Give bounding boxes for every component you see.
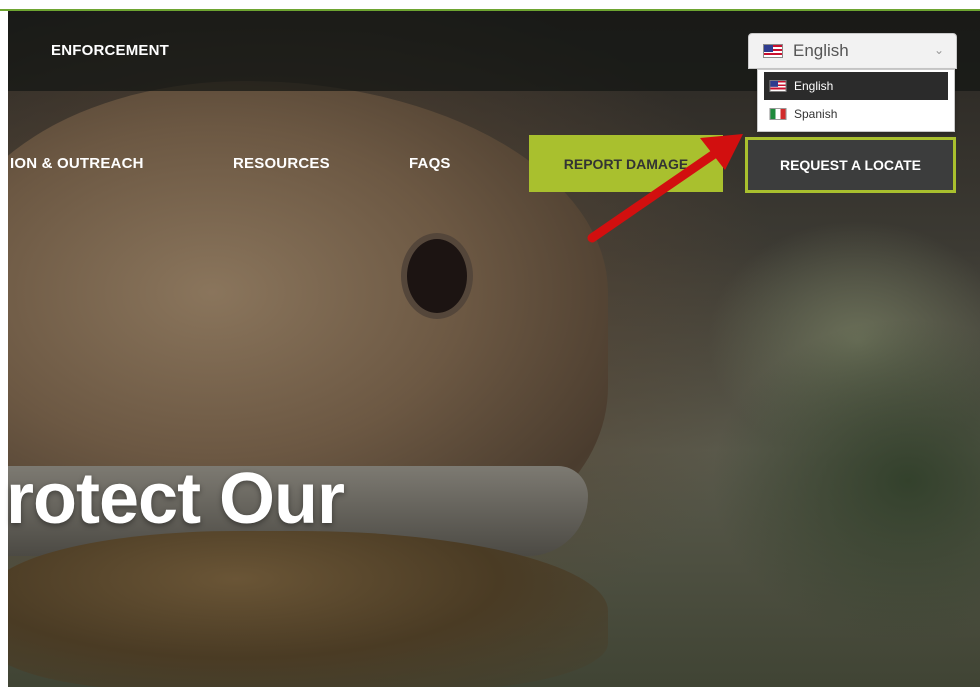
mud-clump <box>8 531 608 687</box>
us-flag-icon <box>769 80 787 92</box>
boot-eyelet <box>401 233 473 319</box>
annotation-arrow-icon <box>587 134 743 243</box>
mexico-flag-icon <box>769 108 787 120</box>
language-select-value: English <box>793 41 849 60</box>
top-border <box>0 0 980 11</box>
nav-enforcement[interactable]: ENFORCEMENT <box>51 42 169 59</box>
us-flag-icon <box>763 44 783 58</box>
language-dropdown: English Spanish <box>757 69 955 132</box>
hero-title: rotect Our <box>6 459 345 539</box>
language-option-label: Spanish <box>794 107 838 121</box>
request-locate-button[interactable]: REQUEST A LOCATE <box>745 137 956 193</box>
nav-faqs[interactable]: FAQS <box>409 155 451 172</box>
chevron-down-icon: ⌄ <box>933 43 944 57</box>
language-option-english[interactable]: English <box>764 72 948 100</box>
language-select[interactable]: English ⌄ <box>748 33 957 69</box>
nav-education-outreach[interactable]: ION & OUTREACH <box>10 155 144 172</box>
nav-resources[interactable]: RESOURCES <box>233 155 330 172</box>
language-option-label: English <box>794 79 834 93</box>
language-option-spanish[interactable]: Spanish <box>764 100 948 128</box>
left-margin <box>0 11 8 687</box>
